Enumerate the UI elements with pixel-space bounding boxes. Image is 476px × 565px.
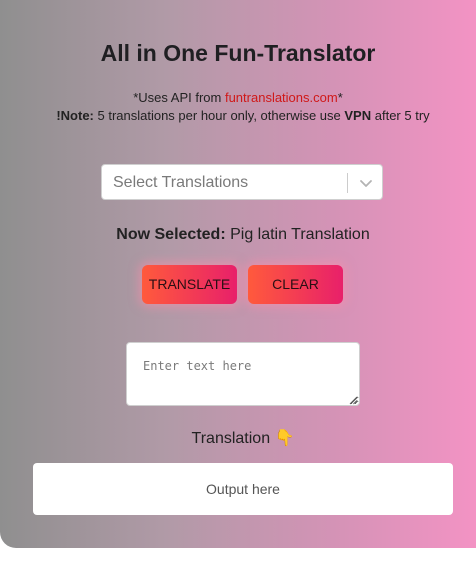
app-title: All in One Fun-Translator [100,40,376,66]
translation-select[interactable]: Select Translations [101,164,383,200]
note-text-2: after 5 try [371,108,430,123]
pointing-down-icon: 👇 [274,430,295,447]
translate-button[interactable]: TRANSLATE [142,265,237,304]
translation-label-text: Translation [191,430,271,447]
select-separator [347,173,348,193]
api-info-prefix: *Uses API from [133,90,225,105]
output-box: Output here [33,463,453,515]
translation-select-value: Select Translations [113,174,249,191]
api-info-suffix: * [337,90,343,105]
rate-limit-note: !Note: 5 translations per hour only, oth… [0,108,476,123]
api-link[interactable]: funtranslations.com [225,90,338,105]
note-text-1: 5 translations per hour only, otherwise … [93,108,345,123]
now-selected-value: Pig latin Translation [225,226,370,243]
now-selected: Now Selected: Pig latin Translation [0,226,476,244]
note-label: !Note: [56,108,94,123]
chevron-down-icon[interactable] [358,175,374,191]
api-info: *Uses API from funtranslations.com* [0,90,476,105]
input-textarea[interactable] [126,342,360,406]
translator-card: All in One Fun-Translator *Uses API from… [0,0,476,548]
translation-label: Translation 👇 [0,428,476,448]
clear-button[interactable]: CLEAR [248,265,343,304]
now-selected-label: Now Selected: [116,226,226,243]
note-vpn: VPN [344,108,372,123]
